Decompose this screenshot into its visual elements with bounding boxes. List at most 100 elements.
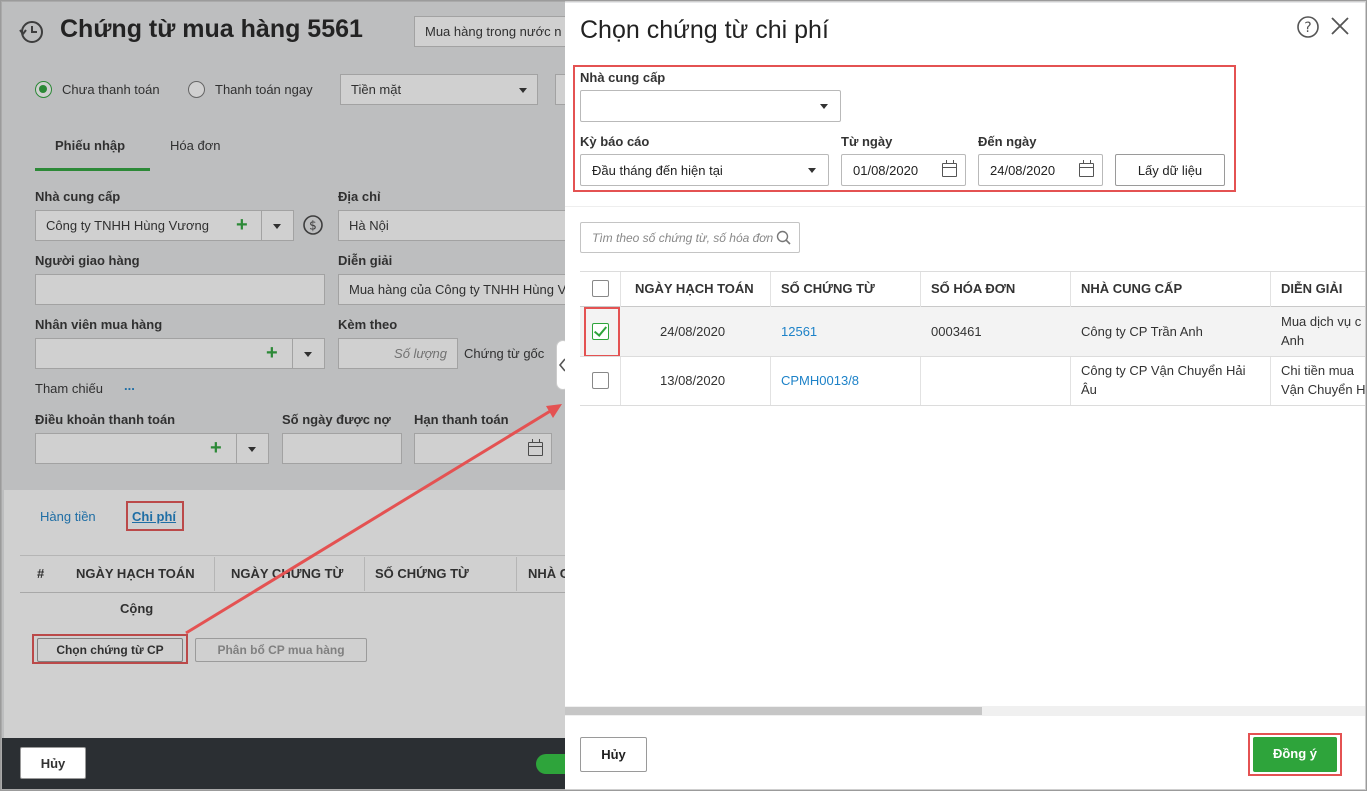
footer-bar: Hủy bbox=[2, 738, 566, 789]
credit-days-field[interactable] bbox=[282, 433, 402, 464]
select-cost-doc-dialog: Chọn chứng từ chi phí ? Nhà cung cấp Kỳ … bbox=[565, 3, 1366, 789]
to-date-label: Đến ngày bbox=[978, 134, 1037, 149]
chevron-down-icon[interactable] bbox=[273, 224, 281, 229]
pay-now-radio[interactable] bbox=[188, 81, 205, 98]
chevron-down-icon[interactable] bbox=[248, 447, 256, 452]
divider bbox=[580, 271, 1365, 272]
dialog-cancel-button[interactable]: Hủy bbox=[580, 737, 647, 772]
row-supplier-line1: Công ty CP Vận Chuyển Hải bbox=[1081, 363, 1246, 378]
highlight-box bbox=[126, 501, 184, 531]
payment-terms-label: Điều khoản thanh toán bbox=[35, 412, 176, 427]
from-date-field[interactable]: 01/08/2020 bbox=[841, 154, 966, 186]
supplier-filter-label: Nhà cung cấp bbox=[580, 70, 666, 85]
divider bbox=[580, 356, 1365, 357]
reference-more-link[interactable]: ... bbox=[124, 378, 135, 393]
row-checkbox[interactable] bbox=[592, 372, 609, 389]
payment-terms-field[interactable] bbox=[35, 433, 269, 464]
to-date-field[interactable]: 24/08/2020 bbox=[978, 154, 1103, 186]
col-invoice-no[interactable]: SỐ HÓA ĐƠN bbox=[931, 281, 1015, 296]
toggle-switch[interactable] bbox=[536, 754, 566, 774]
row-supplier-line2: Âu bbox=[1081, 382, 1097, 397]
search-placeholder: Tìm theo số chứng từ, số hóa đơn bbox=[592, 231, 774, 245]
col-doc-no[interactable]: SỐ CHỨNG TỪ bbox=[375, 566, 469, 581]
svg-text:$: $ bbox=[309, 219, 317, 233]
calendar-icon[interactable] bbox=[528, 439, 543, 456]
dialog-title: Chọn chứng từ chi phí bbox=[580, 16, 829, 44]
row-posting-date: 24/08/2020 bbox=[660, 324, 726, 339]
scrollbar-thumb[interactable] bbox=[565, 707, 982, 715]
col-posting-date[interactable]: NGÀY HẠCH TOÁN bbox=[76, 566, 195, 581]
close-icon[interactable] bbox=[1329, 15, 1351, 37]
agree-button[interactable]: Đồng ý bbox=[1253, 737, 1337, 772]
divider bbox=[261, 211, 262, 240]
supplier-filter-select[interactable] bbox=[580, 90, 841, 122]
row-description-line1: Mua dịch vụ c bbox=[1281, 314, 1362, 329]
due-date-label: Hạn thanh toán bbox=[414, 412, 509, 427]
chevron-down-icon[interactable] bbox=[304, 352, 312, 357]
col-description[interactable]: DIỄN GIẢI bbox=[1281, 281, 1342, 296]
tab-invoice[interactable]: Hóa đơn bbox=[170, 138, 220, 153]
divider bbox=[20, 592, 567, 593]
deliverer-field[interactable] bbox=[35, 274, 325, 305]
search-input[interactable]: Tìm theo số chứng từ, số hóa đơn bbox=[580, 222, 800, 253]
calendar-icon[interactable] bbox=[942, 160, 957, 177]
buyer-field[interactable] bbox=[35, 338, 325, 369]
add-terms-icon[interactable]: + bbox=[210, 438, 222, 458]
col-doc-date[interactable]: NGÀY CHỨNG TỪ bbox=[231, 566, 343, 581]
supplier-field[interactable]: Công ty TNHH Hùng Vương bbox=[35, 210, 294, 241]
payment-method-select[interactable]: Tiền mặt bbox=[340, 74, 538, 105]
supplier-value: Công ty TNHH Hùng Vương bbox=[46, 218, 209, 233]
period-select[interactable]: Đầu tháng đến hiện tại bbox=[580, 154, 829, 186]
description-field[interactable]: Mua hàng của Công ty TNHH Hùng V bbox=[338, 274, 578, 305]
divider bbox=[580, 405, 1365, 406]
row-doc-no-link[interactable]: CPMH0013/8 bbox=[781, 373, 859, 388]
help-icon[interactable]: ? bbox=[1296, 15, 1320, 39]
tab-active-indicator bbox=[35, 168, 150, 171]
allocate-cost-button[interactable]: Phân bổ CP mua hàng bbox=[195, 638, 367, 662]
supplier-label: Nhà cung cấp bbox=[35, 189, 121, 204]
period-value: Đầu tháng đến hiện tại bbox=[592, 163, 723, 178]
row-invoice-no: 0003461 bbox=[931, 324, 982, 339]
add-supplier-icon[interactable]: + bbox=[236, 215, 248, 235]
select-all-checkbox[interactable] bbox=[592, 280, 609, 297]
divider bbox=[516, 557, 517, 591]
detail-section bbox=[4, 490, 604, 740]
cancel-button[interactable]: Hủy bbox=[20, 747, 86, 779]
payment-method-value: Tiền mặt bbox=[351, 82, 402, 97]
currency-icon[interactable]: $ bbox=[302, 214, 324, 236]
col-supplier[interactable]: NHÀ C bbox=[528, 566, 569, 581]
calendar-icon[interactable] bbox=[1079, 160, 1094, 177]
address-label: Địa chỉ bbox=[338, 189, 381, 204]
from-date-value: 01/08/2020 bbox=[853, 163, 919, 178]
address-field[interactable]: Hà Nội bbox=[338, 210, 578, 241]
deliverer-label: Người giao hàng bbox=[35, 253, 140, 268]
page-title: Chứng từ mua hàng 5561 bbox=[60, 15, 363, 43]
row-description-line2: Anh bbox=[1281, 333, 1305, 348]
get-data-button[interactable]: Lấy dữ liệu bbox=[1115, 154, 1225, 186]
period-label: Kỳ báo cáo bbox=[580, 134, 650, 149]
tab-goods[interactable]: Hàng tiền bbox=[40, 509, 96, 524]
col-posting-date[interactable]: NGÀY HẠCH TOÁN bbox=[635, 281, 754, 296]
horizontal-scrollbar[interactable] bbox=[565, 706, 1365, 716]
col-doc-no[interactable]: SỐ CHỨNG TỪ bbox=[781, 281, 875, 296]
due-date-field[interactable] bbox=[414, 433, 552, 464]
tab-receipt[interactable]: Phiếu nhập bbox=[55, 138, 125, 153]
row-doc-no-link[interactable]: 12561 bbox=[781, 324, 817, 339]
history-icon[interactable] bbox=[18, 18, 46, 46]
original-doc-label: Chứng từ gốc bbox=[464, 346, 545, 361]
row-description-line1: Chi tiền mua bbox=[1281, 363, 1354, 378]
buyer-label: Nhân viên mua hàng bbox=[35, 317, 163, 332]
divider bbox=[214, 557, 215, 591]
unpaid-radio[interactable] bbox=[35, 81, 52, 98]
purchase-type-select[interactable]: Mua hàng trong nước n bbox=[414, 16, 574, 47]
highlight-box bbox=[32, 634, 188, 664]
reference-label: Tham chiếu bbox=[35, 381, 103, 396]
col-supplier[interactable]: NHÀ CUNG CẤP bbox=[1081, 281, 1182, 296]
quantity-field[interactable]: Số lượng bbox=[338, 338, 458, 369]
chevron-down-icon bbox=[808, 168, 816, 173]
row-supplier: Công ty CP Trần Anh bbox=[1081, 324, 1203, 339]
add-buyer-icon[interactable]: + bbox=[266, 343, 278, 363]
unpaid-label: Chưa thanh toán bbox=[62, 82, 160, 97]
search-icon[interactable] bbox=[776, 230, 792, 246]
credit-days-label: Số ngày được nợ bbox=[282, 412, 391, 427]
